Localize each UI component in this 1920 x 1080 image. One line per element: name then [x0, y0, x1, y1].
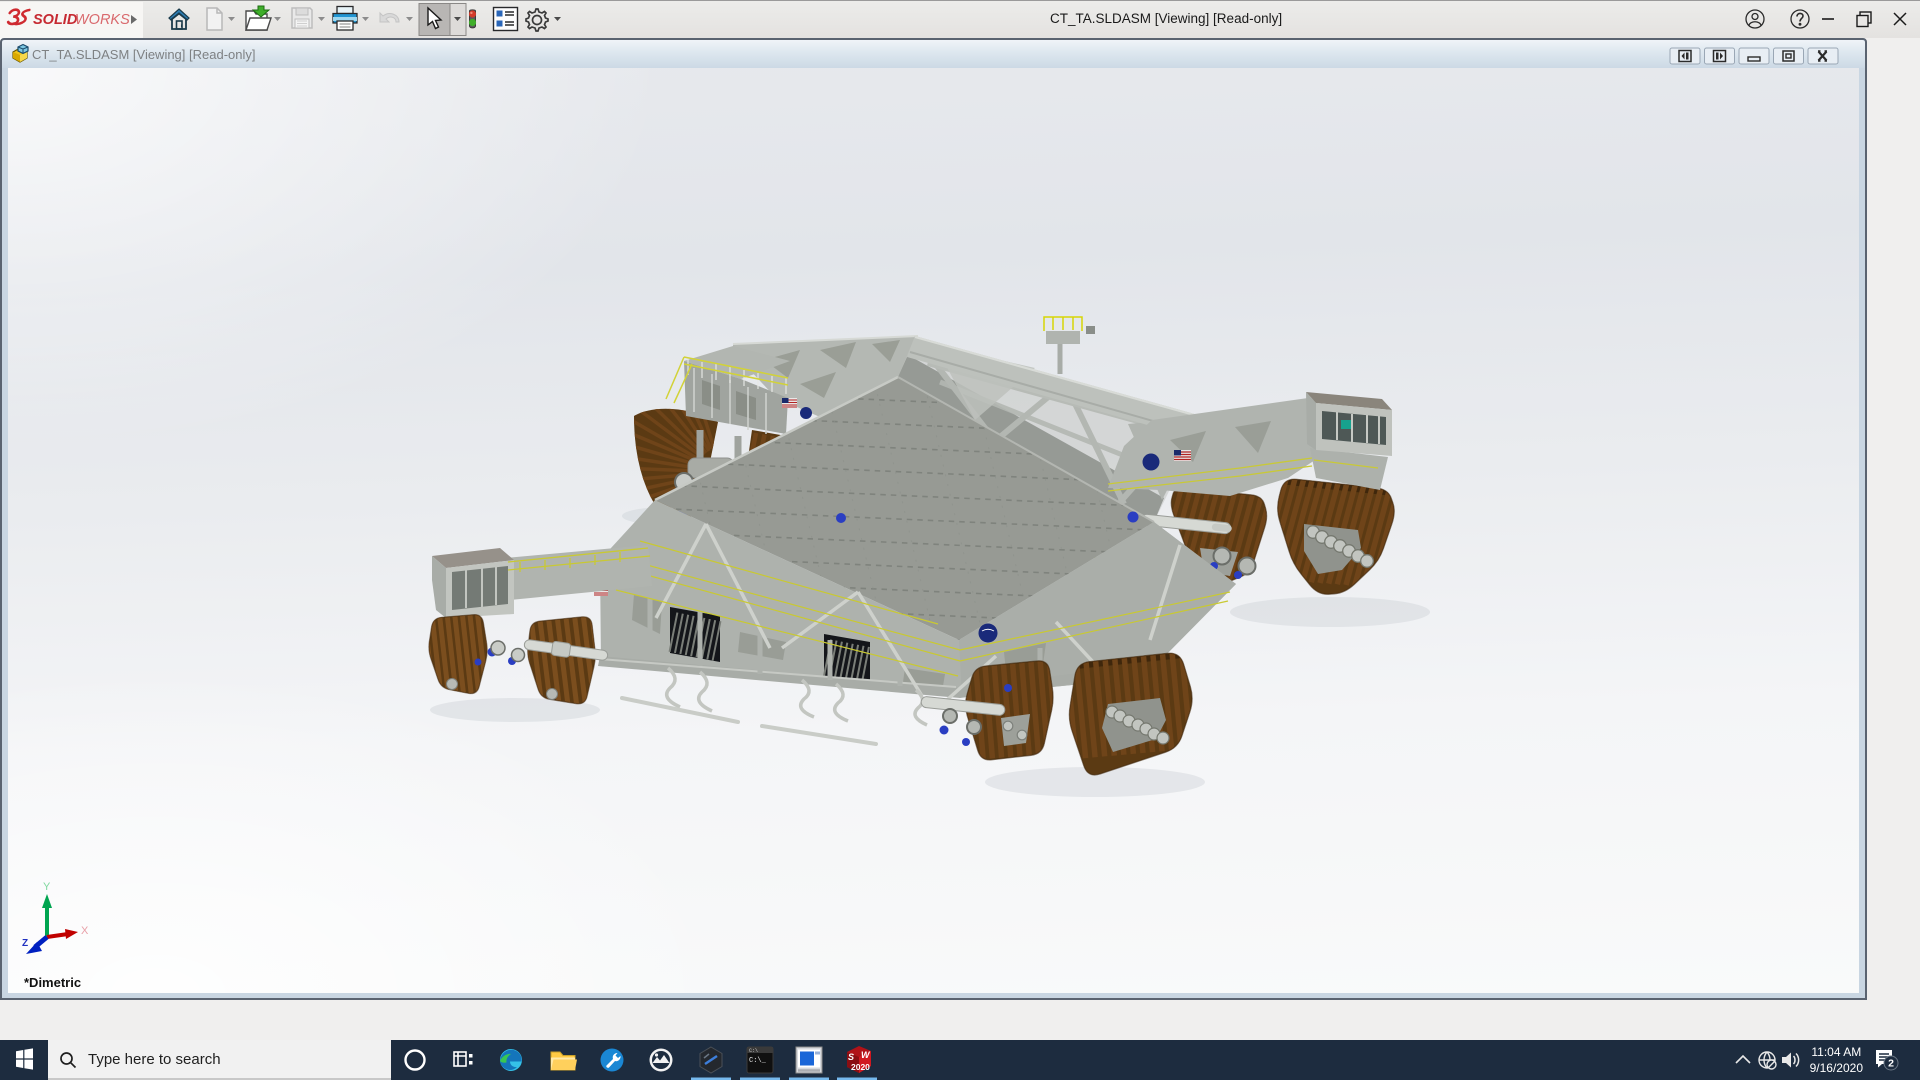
svg-text:Z: Z: [22, 938, 28, 949]
svg-text:2: 2: [1888, 1058, 1894, 1070]
svg-text:2020: 2020: [851, 1062, 870, 1072]
svg-text:C:\_: C:\_: [749, 1057, 767, 1065]
svg-text:SOLID: SOLID: [33, 12, 78, 28]
svg-text:S: S: [848, 1052, 854, 1062]
svg-text:Y: Y: [43, 881, 51, 893]
svg-text:X: X: [81, 925, 89, 937]
svg-text:C:\: C:\: [749, 1048, 758, 1054]
svg-text:WORKS: WORKS: [75, 12, 130, 28]
